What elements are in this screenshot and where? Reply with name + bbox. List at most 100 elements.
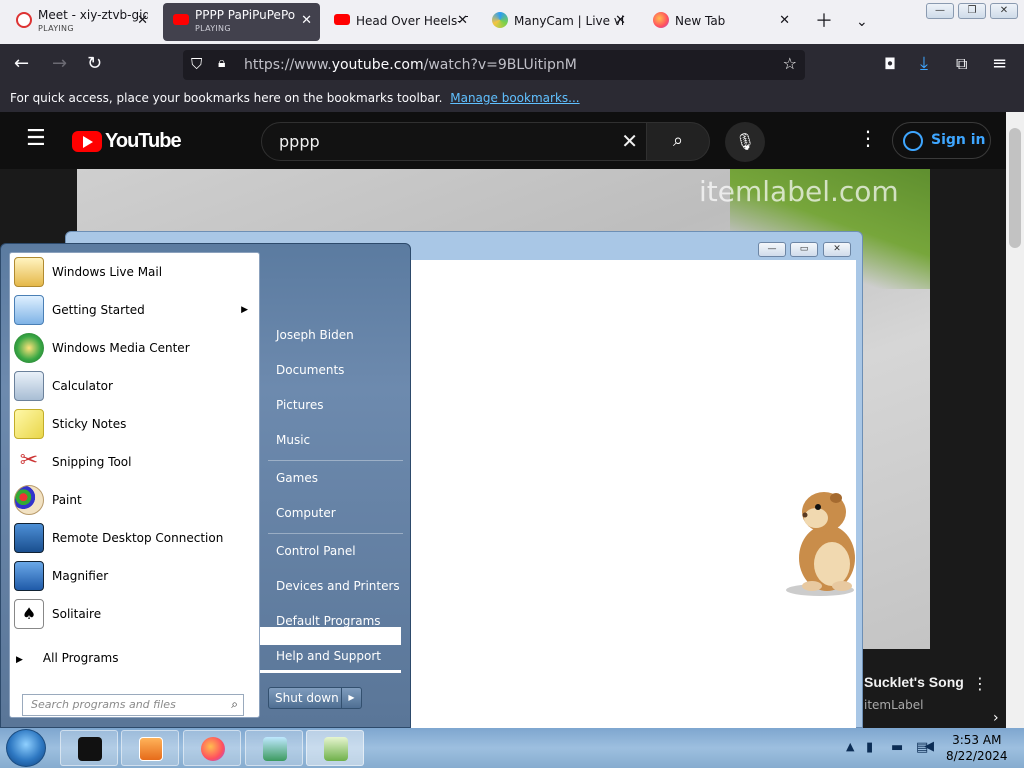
tab-youtube-active[interactable]: PPPP PaPiPuPePo PLAYING ✕ — [163, 3, 320, 41]
place-pictures[interactable]: Pictures — [276, 398, 324, 412]
tab-head-over-heels[interactable]: Head Over Heels- T ✕ — [324, 3, 476, 41]
new-tab-plus-icon[interactable]: ＋ — [815, 13, 833, 31]
tab-new-tab[interactable]: New Tab ✕ — [643, 3, 798, 41]
program-windows-media-center[interactable]: Windows Media Center — [14, 330, 256, 366]
program-sticky-notes[interactable]: Sticky Notes — [14, 406, 256, 442]
place-help-and-support[interactable]: Help and Support — [276, 649, 381, 663]
page-scrollbar[interactable] — [1006, 112, 1024, 728]
menu-hamburger-icon[interactable]: ≡ — [992, 54, 1007, 74]
start-orb-button[interactable] — [6, 729, 46, 767]
program-label: Windows Media Center — [52, 341, 190, 355]
place-control-panel[interactable]: Control Panel — [276, 544, 356, 558]
window-minimize-button[interactable]: — — [758, 242, 786, 257]
place-user-folder[interactable]: Joseph Biden — [276, 328, 354, 342]
search-query: pppp — [279, 132, 320, 151]
scissors-icon: ✂ — [14, 447, 44, 477]
browser-tab-strip: Meet - xiy-ztvb-giq PLAYING ✕ PPPP PaPiPu… — [0, 0, 1024, 44]
search-button[interactable]: ⌕ — [646, 122, 710, 161]
place-music[interactable]: Music — [276, 433, 310, 447]
carousel-next-arrow-icon[interactable]: › — [993, 710, 999, 726]
window-close-button[interactable]: ✕ — [823, 242, 851, 257]
close-tab-icon[interactable]: ✕ — [301, 13, 312, 28]
place-games[interactable]: Games — [276, 471, 318, 485]
bluetooth-icon[interactable]: ▮ — [866, 740, 873, 755]
voice-search-button[interactable]: 🎙︎ — [725, 122, 765, 162]
place-documents[interactable]: Documents — [276, 363, 344, 377]
tab-manycam[interactable]: ManyCam | Live vi ✕ — [482, 3, 634, 41]
tab-title: Meet - xiy-ztvb-giq — [38, 9, 148, 22]
extensions-icon[interactable]: ⧉ — [956, 54, 967, 74]
url-text[interactable]: https://www.youtube.com/watch?v=9BLUitip… — [244, 57, 577, 73]
reload-icon[interactable]: ↻ — [87, 54, 102, 74]
getting-started-icon — [14, 295, 44, 325]
black-window-icon — [78, 737, 102, 761]
address-bar[interactable]: ⛉ 🔒︎ https://www.youtube.com/watch?v=9BL… — [183, 50, 805, 80]
system-clock[interactable]: 3:53 AM 8/22/2024 — [946, 732, 1008, 764]
submenu-arrow-icon[interactable]: ▶ — [241, 305, 248, 315]
close-tab-icon[interactable]: ✕ — [615, 13, 626, 28]
bookmark-star-icon[interactable]: ☆ — [783, 54, 797, 73]
close-tab-icon[interactable]: ✕ — [779, 13, 790, 28]
hamster-desktop-pet[interactable] — [772, 488, 862, 598]
program-paint[interactable]: Paint — [14, 482, 256, 518]
close-tab-icon[interactable]: ✕ — [457, 13, 468, 28]
clear-search-icon[interactable]: ✕ — [621, 129, 638, 153]
tab-meet[interactable]: Meet - xiy-ztvb-giq PLAYING ✕ — [6, 3, 156, 41]
restore-window-button[interactable]: ❐ — [958, 3, 986, 19]
back-arrow-icon[interactable]: ← — [14, 54, 29, 74]
place-default-programs[interactable]: Default Programs — [276, 614, 381, 628]
program-getting-started[interactable]: Getting Started ▶ — [14, 292, 256, 328]
youtube-logo[interactable]: YouTube — [72, 130, 182, 153]
search-input[interactable]: pppp ✕ — [261, 122, 647, 161]
scrollbar-thumb[interactable] — [1009, 128, 1021, 248]
program-calculator[interactable]: Calculator — [14, 368, 256, 404]
window-maximize-button[interactable]: ▭ — [790, 242, 818, 257]
shutdown-label: Shut down — [275, 691, 339, 705]
pocket-icon[interactable]: ◘ — [884, 54, 896, 74]
guide-menu-icon[interactable]: ☰ — [26, 128, 46, 150]
sign-in-button[interactable]: Sign in — [892, 122, 991, 159]
clock-time: 3:53 AM — [952, 733, 1002, 747]
video-watermark: itemlabel.com — [699, 175, 899, 208]
windows-taskbar: ▲ ▮ ▬ ▤ ◀ 3:53 AM 8/22/2024 — [0, 728, 1024, 768]
program-windows-live-mail[interactable]: Windows Live Mail — [14, 254, 256, 290]
program-label: Magnifier — [52, 569, 109, 583]
lock-icon[interactable]: 🔒︎ — [218, 55, 225, 71]
taskbar-manycam[interactable] — [245, 730, 303, 766]
taskbar-firefox[interactable] — [183, 730, 241, 766]
start-search-input[interactable]: Search programs and files ⌕ — [22, 694, 244, 716]
close-window-button[interactable]: ✕ — [990, 3, 1018, 19]
list-all-tabs-chevron-icon[interactable]: ⌄ — [856, 13, 868, 31]
shutdown-options-arrow-icon[interactable]: ▶ — [341, 688, 361, 708]
next-video-title[interactable]: Sucklet's Song — [864, 674, 964, 690]
all-programs-label: All Programs — [42, 651, 119, 665]
shutdown-button[interactable]: Shut down ▶ — [268, 687, 362, 709]
place-devices-and-printers[interactable]: Devices and Printers — [276, 579, 400, 593]
manage-bookmarks-link[interactable]: Manage bookmarks... — [450, 91, 579, 105]
program-label: Getting Started — [52, 303, 145, 317]
all-programs-button[interactable]: ▶ All Programs — [16, 651, 119, 665]
taskbar-windows-explorer[interactable] — [306, 730, 364, 766]
settings-kebab-icon[interactable]: ⋮ — [858, 128, 878, 148]
close-tab-icon[interactable]: ✕ — [137, 13, 148, 28]
tracking-shield-icon[interactable]: ⛉ — [191, 55, 202, 73]
search-icon[interactable]: ⌕ — [231, 697, 238, 712]
program-magnifier[interactable]: Magnifier — [14, 558, 256, 594]
show-hidden-icons-arrow-icon[interactable]: ▲ — [846, 740, 854, 753]
program-snipping-tool[interactable]: ✂ Snipping Tool — [14, 444, 256, 480]
minimize-window-button[interactable]: — — [926, 3, 954, 19]
taskbar-app-window[interactable] — [60, 730, 118, 766]
program-solitaire[interactable]: ♠ Solitaire — [14, 596, 256, 632]
monitor-icon[interactable]: ▬ — [891, 740, 903, 755]
program-label: Sticky Notes — [52, 417, 127, 431]
forward-arrow-icon[interactable]: → — [52, 54, 67, 74]
tab-title: New Tab — [675, 14, 726, 28]
place-computer[interactable]: Computer — [276, 506, 336, 520]
next-video-channel[interactable]: itemLabel — [864, 698, 923, 712]
program-remote-desktop-connection[interactable]: Remote Desktop Connection — [14, 520, 256, 556]
downloads-icon[interactable]: ⤓ — [920, 54, 928, 74]
video-options-kebab-icon[interactable]: ⋮ — [972, 674, 988, 693]
volume-icon[interactable]: ◀ — [924, 739, 934, 754]
taskbar-media-player[interactable] — [121, 730, 179, 766]
tab-title: ManyCam | Live vi — [514, 14, 625, 28]
